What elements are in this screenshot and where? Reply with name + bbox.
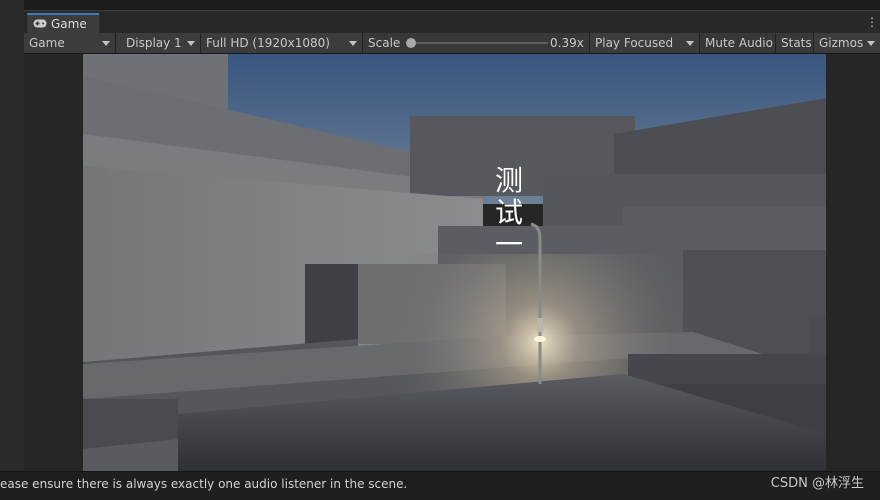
gizmos-label: Gizmos [819,36,864,50]
more-options-icon[interactable]: ⋮ [866,14,878,30]
view-mode-dropdown[interactable]: Game [24,33,116,53]
tab-game[interactable]: Game [27,13,99,33]
scale-value: 0.39x [550,36,584,50]
chevron-down-icon [349,41,357,46]
overlay-caption: 测 试 一 [489,165,529,261]
scene-view-strip [0,0,880,12]
mute-audio-toggle[interactable]: Mute Audio [700,33,776,53]
console-status-message[interactable]: ease ensure there is always exactly one … [0,472,407,496]
tab-label: Game [51,17,87,31]
left-dock-panel [0,12,25,471]
scale-slider-handle[interactable] [406,38,416,48]
mute-audio-label: Mute Audio [705,36,773,50]
game-toolbar: Game Display 1 Full HD (1920x1080) Scale… [24,33,880,54]
chevron-down-icon [187,41,195,46]
scale-label: Scale [368,36,401,50]
tab-row: Game ⋮ [24,12,880,34]
scene-view-edge [24,0,880,11]
status-bar: ease ensure there is always exactly one … [0,471,880,500]
resolution-label: Full HD (1920x1080) [206,36,330,50]
game-view[interactable]: 测 试 一 [83,54,826,471]
gamepad-icon [33,17,47,31]
scene-render [83,54,826,471]
overlay-char: 试 [494,196,523,229]
display-label: Display 1 [126,36,182,50]
play-mode-label: Play Focused [595,36,674,50]
stats-label: Stats [781,36,812,50]
gizmos-dropdown[interactable]: Gizmos [814,33,880,53]
overlay-char: 一 [494,228,523,261]
view-mode-label: Game [29,36,65,50]
stats-toggle[interactable]: Stats [776,33,814,53]
play-mode-dropdown[interactable]: Play Focused [590,33,700,53]
display-dropdown[interactable]: Display 1 [117,33,201,53]
watermark-text: CSDN @林浮生 [770,476,864,491]
chevron-down-icon [102,41,110,46]
resolution-dropdown[interactable]: Full HD (1920x1080) [201,33,363,53]
overlay-char: 测 [494,164,523,197]
scale-slider-track[interactable] [410,42,548,44]
chevron-down-icon [686,41,694,46]
chevron-down-icon [867,41,875,46]
